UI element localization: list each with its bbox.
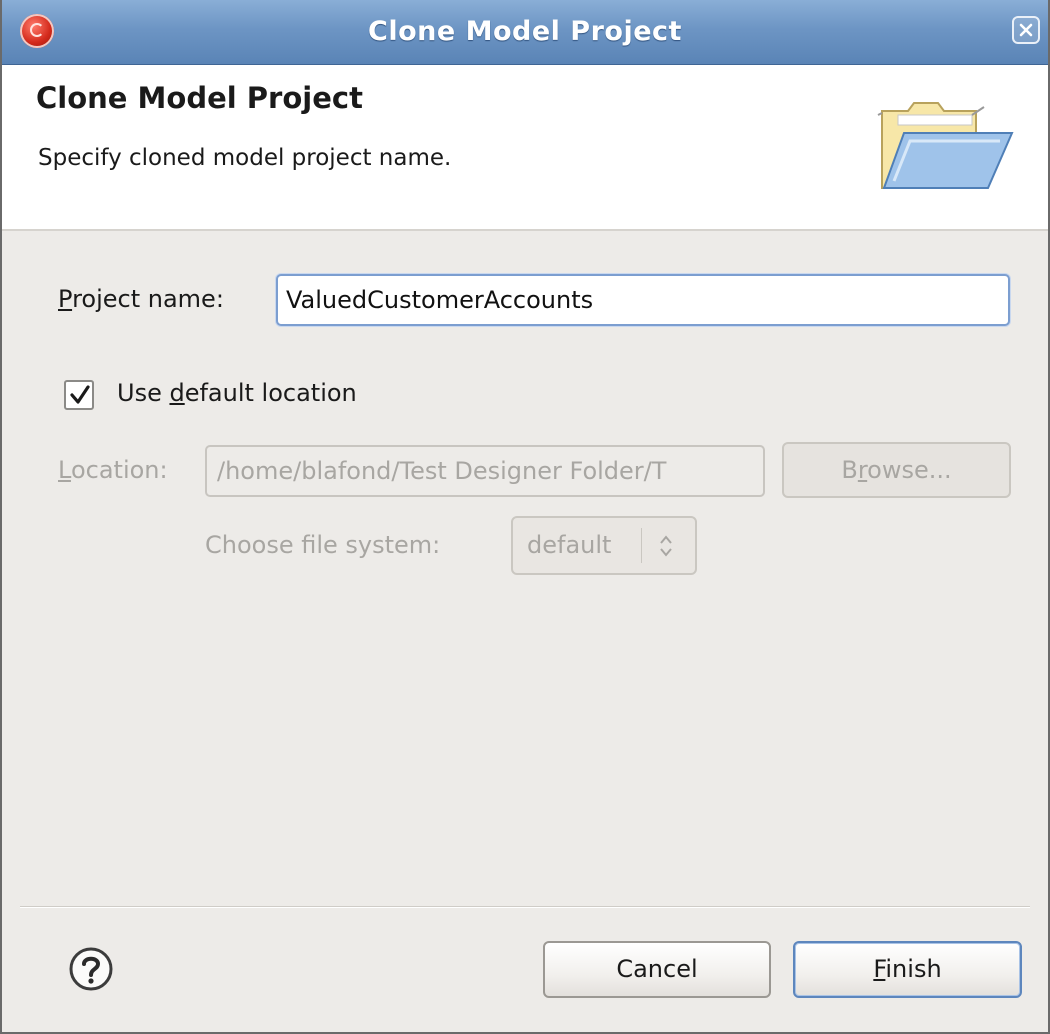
file-system-label: Choose file system: — [205, 531, 441, 559]
close-icon[interactable] — [1012, 16, 1040, 44]
clone-model-project-dialog: Clone Model Project Clone Model Project … — [0, 0, 1050, 1034]
project-name-label-mnemonic: P — [58, 285, 73, 313]
help-icon[interactable] — [68, 946, 114, 996]
finish-label-text: inish — [885, 955, 942, 983]
wizard-title: Clone Model Project — [36, 81, 363, 115]
footer-separator — [20, 906, 1030, 908]
project-name-input[interactable] — [276, 274, 1010, 326]
use-default-label-mnemonic: d — [169, 379, 185, 407]
use-default-label-before: Use — [117, 379, 170, 407]
finish-label-mnemonic: F — [873, 955, 886, 983]
use-default-label-after: efault location — [184, 379, 357, 407]
location-input[interactable]: /home/blafond/Test Designer Folder/T — [205, 445, 765, 497]
location-label-text: ocation: — [70, 456, 168, 484]
browse-label-mnemonic: r — [857, 456, 868, 484]
title-bar[interactable]: Clone Model Project — [2, 0, 1048, 65]
wizard-description: Specify cloned model project name. — [38, 145, 452, 171]
use-default-location-label[interactable]: Use default location — [117, 379, 357, 407]
location-label-mnemonic: L — [58, 456, 71, 484]
use-default-location-checkbox[interactable] — [64, 380, 94, 410]
select-separator — [641, 528, 642, 563]
project-name-label: Project name: — [58, 285, 224, 313]
window-title: Clone Model Project — [368, 16, 682, 47]
wizard-header: Clone Model Project Specify cloned model… — [2, 65, 1048, 231]
up-down-arrows-icon — [657, 533, 675, 563]
file-system-selected-value: default — [527, 531, 612, 559]
browse-label-before: B — [841, 456, 858, 484]
project-name-label-text: roject name: — [72, 285, 224, 313]
cancel-button[interactable]: Cancel — [543, 941, 771, 998]
browse-button[interactable]: Browse... — [782, 442, 1011, 498]
open-folder-icon — [868, 93, 1018, 197]
file-system-select[interactable]: default — [511, 516, 697, 575]
browse-label-after: owse... — [867, 456, 952, 484]
location-label: Location: — [58, 456, 168, 484]
finish-button[interactable]: Finish — [793, 941, 1022, 998]
